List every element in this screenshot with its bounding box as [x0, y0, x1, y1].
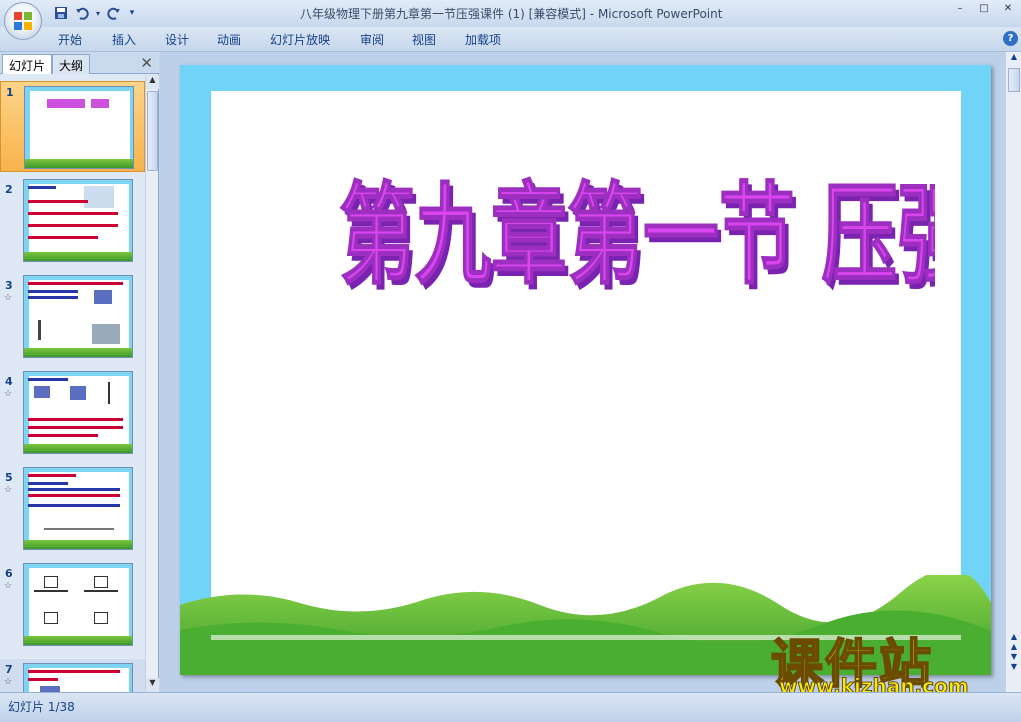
slide-number: 2: [5, 183, 13, 196]
tab-addins[interactable]: 加载项: [465, 31, 501, 48]
animation-star-icon: ☆: [4, 677, 13, 687]
animation-star-icon: ☆: [4, 485, 13, 495]
slide-thumbnail-7[interactable]: 7 ☆: [0, 659, 145, 692]
help-icon[interactable]: ?: [1003, 31, 1018, 46]
slide-editing-area: 第九章第一节 压强 第九章第一节 压强 ▲ ▲ ▲ ▼ ▼: [160, 52, 1021, 692]
editor-vertical-scrollbar[interactable]: ▲ ▲ ▲ ▼ ▼: [1005, 52, 1021, 692]
tab-home[interactable]: 开始: [58, 31, 82, 48]
tab-outline[interactable]: 大纲: [52, 54, 91, 74]
slide-nav-arrows-icon[interactable]: ▲ ▲ ▼ ▼: [1006, 632, 1021, 672]
minimize-button[interactable]: –: [951, 3, 969, 17]
office-button[interactable]: [4, 2, 42, 40]
quick-access-toolbar: ▾ ▾: [52, 4, 138, 22]
panel-tabs: 幻灯片 大纲 ✕: [0, 52, 159, 74]
scroll-thumb[interactable]: [147, 91, 158, 171]
slide-preview: [23, 275, 133, 358]
slide-thumbnail-2[interactable]: 2: [0, 179, 145, 267]
slide-preview: [23, 663, 133, 692]
slides-panel-scrollbar[interactable]: ▲ ▼: [145, 75, 159, 692]
slide-thumbnail-3[interactable]: 3 ☆: [0, 275, 145, 363]
slide-thumbnail-4[interactable]: 4 ☆: [0, 371, 145, 459]
redo-icon[interactable]: [105, 4, 123, 22]
slide-title-text: 第九章第一节 压强: [339, 172, 935, 300]
panel-close-icon[interactable]: ✕: [140, 54, 153, 72]
slide-number: 7: [5, 663, 13, 676]
slide-number: 5: [5, 471, 13, 484]
tab-view[interactable]: 视图: [412, 31, 436, 48]
scroll-up-arrow-icon[interactable]: ▲: [1006, 52, 1021, 66]
animation-star-icon: ☆: [4, 581, 13, 591]
animation-star-icon: ☆: [4, 389, 13, 399]
slide-counter: 幻灯片 1/38: [8, 700, 75, 714]
scroll-up-arrow-icon[interactable]: ▲: [146, 75, 159, 89]
slide-thumbnail-6[interactable]: 6 ☆: [0, 563, 145, 651]
slide-preview: [23, 467, 133, 550]
thumb-title-text: [47, 99, 109, 108]
tab-review[interactable]: 审阅: [360, 31, 384, 48]
slide-thumbnail-5[interactable]: 5 ☆: [0, 467, 145, 555]
tab-slides[interactable]: 幻灯片: [2, 54, 53, 74]
customize-icon[interactable]: ▾: [126, 4, 138, 22]
slide-title: 第九章第一节 压强 第九章第一节 压强: [338, 172, 935, 306]
slide-thumbnail-1[interactable]: 1: [0, 81, 145, 172]
watermark-logo: 课件站 www.kjzhan.com: [770, 622, 1007, 699]
ribbon-tab-bar: 开始 插入 设计 动画 幻灯片放映 审阅 视图 加载项 ?: [0, 27, 1021, 52]
save-icon[interactable]: [52, 4, 70, 22]
tab-slideshow[interactable]: 幻灯片放映: [270, 31, 330, 48]
slide-preview: [24, 86, 134, 169]
slide-preview: [23, 563, 133, 646]
tab-insert[interactable]: 插入: [112, 31, 136, 48]
scroll-down-arrow-icon[interactable]: ▼: [146, 678, 159, 692]
title-bar: ▾ ▾ 八年级物理下册第九章第一节压强课件 (1) [兼容模式] - Micro…: [0, 0, 1021, 27]
slide-thumbnail-list: 1 2 3 ☆ 4 ☆ 5 ☆ 6 ☆ 7 ☆: [0, 75, 145, 692]
window-title: 八年级物理下册第九章第一节压强课件 (1) [兼容模式] - Microsoft…: [300, 7, 723, 21]
slide-number: 6: [5, 567, 13, 580]
status-bar: 幻灯片 1/38: [0, 692, 1021, 722]
undo-icon[interactable]: [73, 4, 91, 22]
slide-preview: [23, 179, 133, 262]
scroll-thumb[interactable]: [1008, 68, 1020, 92]
tab-design[interactable]: 设计: [165, 31, 189, 48]
maximize-button[interactable]: □: [975, 3, 993, 17]
animation-star-icon: ☆: [4, 293, 13, 303]
slide-number: 3: [5, 279, 13, 292]
undo-dropdown-icon[interactable]: ▾: [94, 4, 102, 22]
close-button[interactable]: ✕: [999, 3, 1017, 17]
current-slide[interactable]: 第九章第一节 压强 第九章第一节 压强: [180, 65, 991, 675]
slide-number: 4: [5, 375, 13, 388]
slide-number: 1: [6, 86, 14, 99]
office-logo-icon: [14, 12, 32, 30]
slide-preview: [23, 371, 133, 454]
tab-animations[interactable]: 动画: [217, 31, 241, 48]
window-controls: – □ ✕: [951, 3, 1017, 17]
slides-panel: 幻灯片 大纲 ✕ 1 2 3 ☆ 4 ☆ 5 ☆ 6 ☆ 7 ☆ ▲ ▼: [0, 52, 159, 692]
